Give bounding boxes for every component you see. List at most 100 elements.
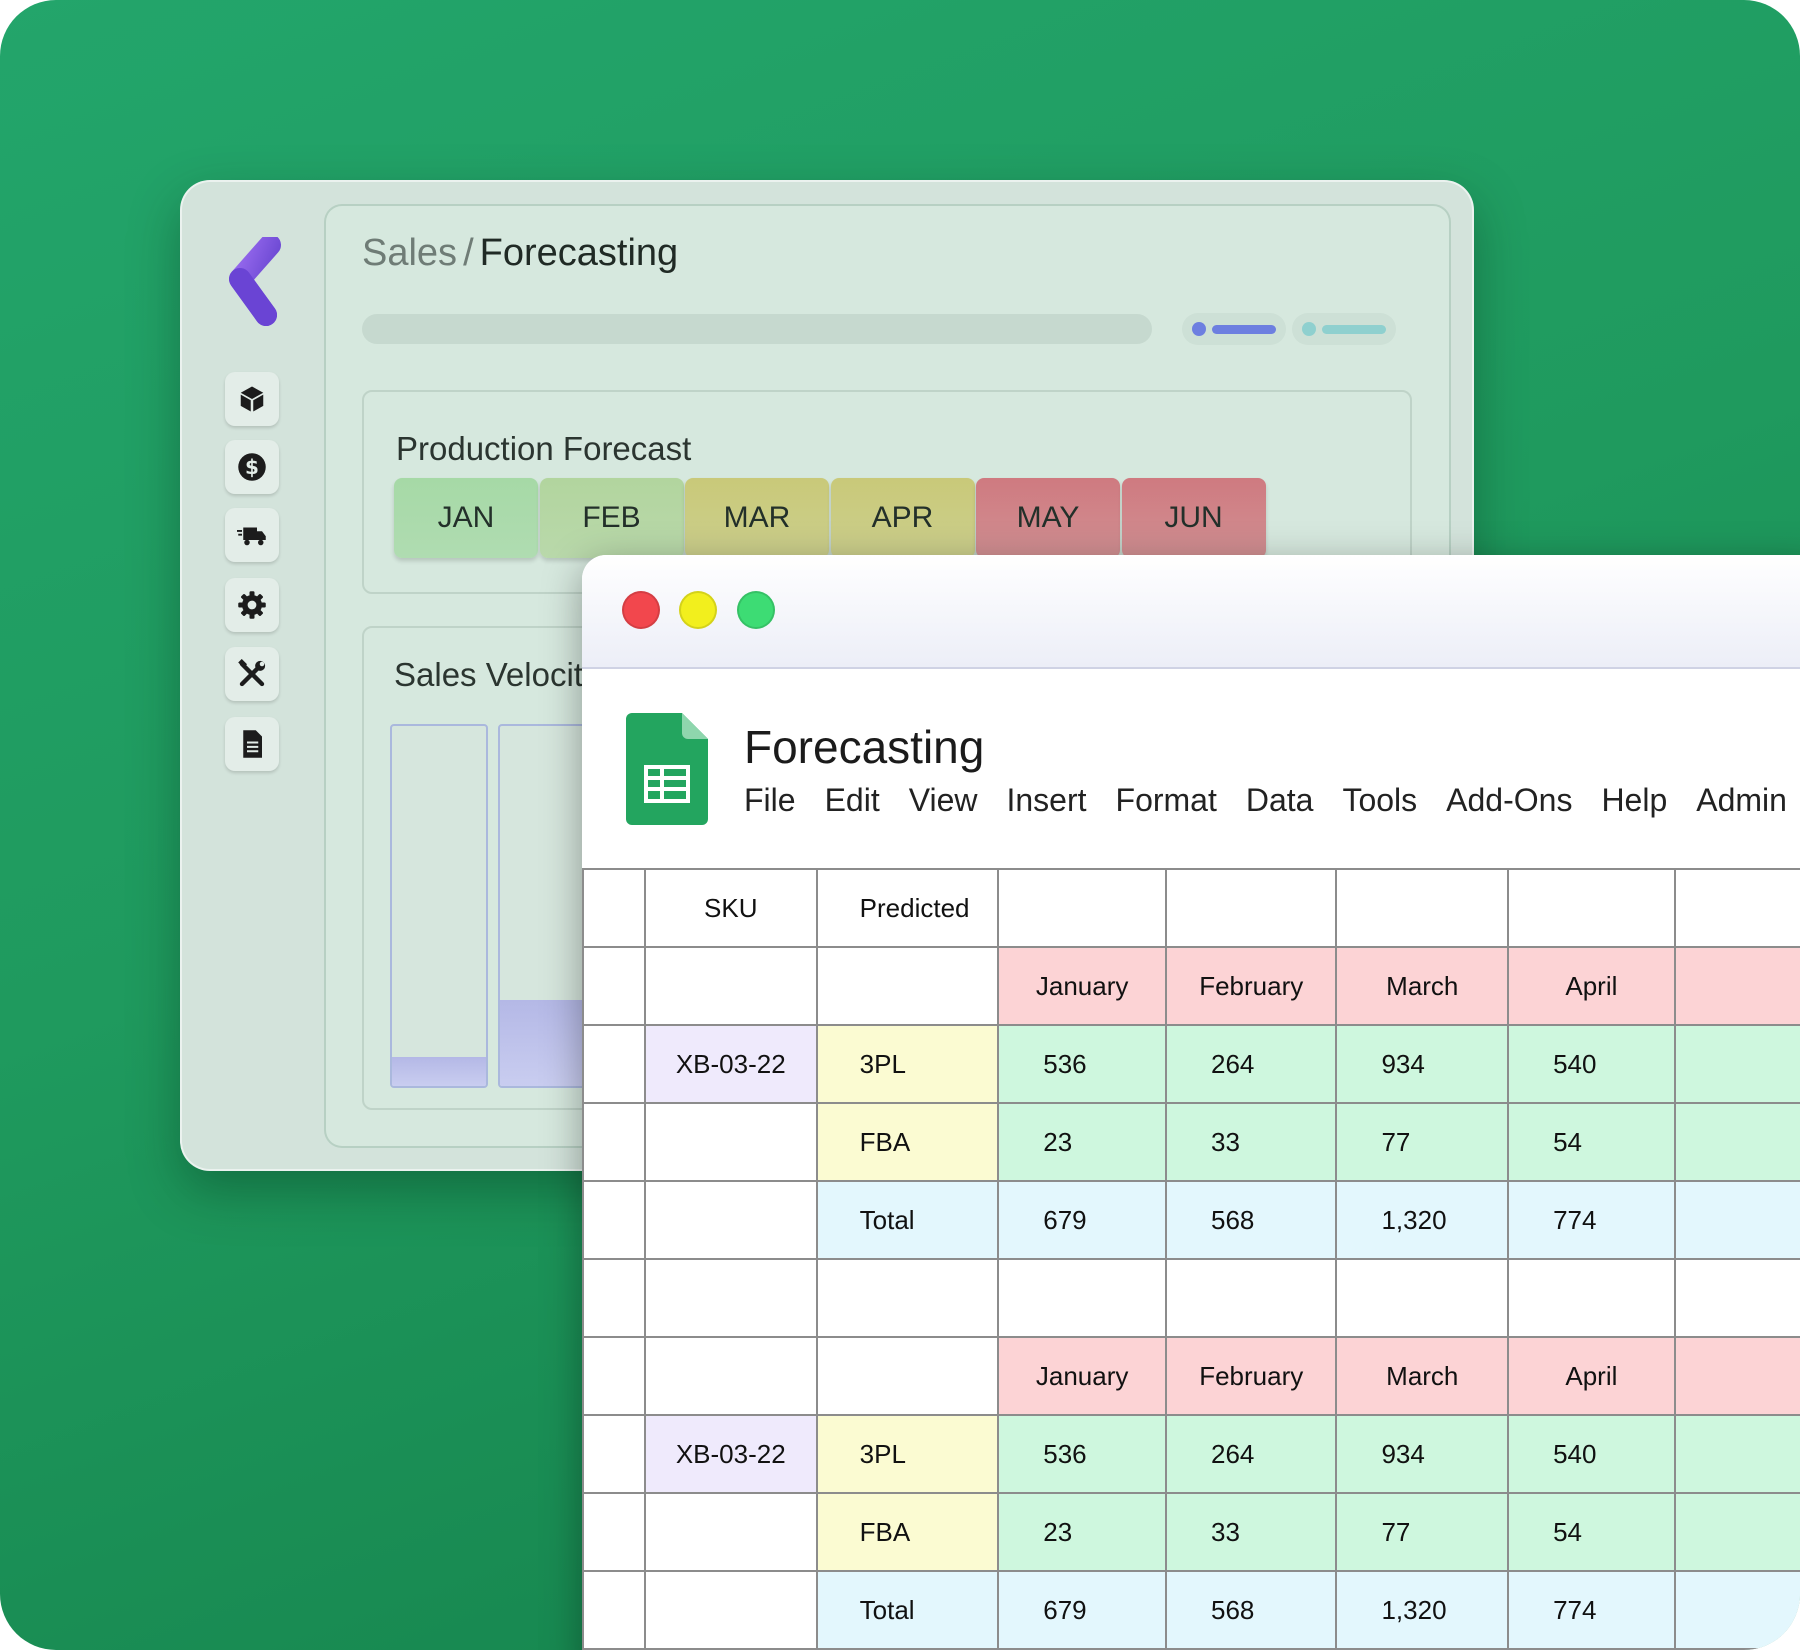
value-cell[interactable]: 33	[1165, 1102, 1338, 1182]
month-tile-jan[interactable]: JAN	[394, 478, 538, 558]
menu-item-tools[interactable]: Tools	[1342, 782, 1417, 819]
cell[interactable]	[582, 946, 646, 1026]
cell[interactable]	[1673, 868, 1800, 948]
menu-item-add-ons[interactable]: Add-Ons	[1446, 782, 1572, 819]
cell[interactable]	[997, 868, 1168, 948]
cell[interactable]	[1335, 868, 1510, 948]
minimize-button[interactable]	[679, 591, 717, 629]
sidebar-item-tools[interactable]	[225, 647, 279, 701]
cell[interactable]	[582, 868, 646, 948]
sidebar-item-finance[interactable]: $	[225, 440, 279, 494]
value-cell[interactable]: 934	[1335, 1024, 1510, 1104]
toggle-pill-teal[interactable]	[1292, 313, 1396, 345]
close-button[interactable]	[622, 591, 660, 629]
value-cell[interactable]: 774	[1507, 1570, 1676, 1650]
sku-cell[interactable]: XB-03-22	[643, 1024, 818, 1104]
row-label-cell[interactable]: 3PL	[815, 1414, 1000, 1494]
cell[interactable]	[582, 1414, 646, 1494]
value-cell[interactable]: 774	[1507, 1180, 1676, 1260]
cell[interactable]	[582, 1180, 646, 1260]
cell[interactable]	[1507, 1258, 1676, 1338]
value-cell[interactable]: 540	[1507, 1024, 1676, 1104]
month-tile-mar[interactable]: MAR	[685, 478, 829, 558]
cell[interactable]	[1335, 1258, 1510, 1338]
cell[interactable]	[582, 1570, 646, 1650]
cell[interactable]	[643, 1570, 818, 1650]
cell[interactable]	[643, 946, 818, 1026]
value-cell[interactable]: 23	[997, 1102, 1168, 1182]
row-label-cell[interactable]: Total	[815, 1570, 1000, 1650]
value-cell[interactable]: 33	[1165, 1492, 1338, 1572]
cell[interactable]	[643, 1258, 818, 1338]
month-header-cell[interactable]: March	[1335, 946, 1510, 1026]
cell[interactable]	[643, 1492, 818, 1572]
toggle-pill-blue[interactable]	[1182, 313, 1286, 345]
row-label-cell[interactable]: 3PL	[815, 1024, 1000, 1104]
value-cell[interactable]: 23	[997, 1492, 1168, 1572]
cell[interactable]	[582, 1102, 646, 1182]
cell[interactable]	[1507, 868, 1676, 948]
cell[interactable]	[582, 1258, 646, 1338]
breadcrumb-parent[interactable]: Sales	[362, 232, 457, 274]
cell[interactable]	[815, 946, 1000, 1026]
month-header-cell[interactable]: January	[997, 1336, 1168, 1416]
cell[interactable]	[1673, 1102, 1800, 1182]
menu-item-view[interactable]: View	[909, 782, 978, 819]
row-label-cell[interactable]: FBA	[815, 1492, 1000, 1572]
cell[interactable]	[1673, 1024, 1800, 1104]
cell[interactable]	[582, 1024, 646, 1104]
cell[interactable]	[1673, 1336, 1800, 1416]
month-header-cell[interactable]: January	[997, 946, 1168, 1026]
cell[interactable]	[1673, 1492, 1800, 1572]
cell[interactable]	[1165, 1258, 1338, 1338]
row-label-cell[interactable]: FBA	[815, 1102, 1000, 1182]
month-tile-feb[interactable]: FEB	[539, 478, 684, 558]
cell[interactable]	[1165, 868, 1338, 948]
sidebar-item-settings[interactable]	[225, 578, 279, 632]
month-header-cell[interactable]: April	[1507, 1336, 1676, 1416]
month-header-cell[interactable]: March	[1335, 1336, 1510, 1416]
value-cell[interactable]: 536	[997, 1024, 1168, 1104]
menu-item-file[interactable]: File	[744, 782, 796, 819]
value-cell[interactable]: 77	[1335, 1102, 1510, 1182]
menu-item-insert[interactable]: Insert	[1006, 782, 1086, 819]
sidebar-item-shipping[interactable]	[225, 508, 279, 562]
cell[interactable]	[1673, 946, 1800, 1026]
value-cell[interactable]: 54	[1507, 1102, 1676, 1182]
cell[interactable]	[815, 1258, 1000, 1338]
cell[interactable]	[1673, 1258, 1800, 1338]
menu-item-admin[interactable]: Admin	[1696, 782, 1787, 819]
value-cell[interactable]: 679	[997, 1570, 1168, 1650]
document-title[interactable]: Forecasting	[744, 720, 984, 774]
value-cell[interactable]: 934	[1335, 1414, 1510, 1494]
value-cell[interactable]: 264	[1165, 1414, 1338, 1494]
month-header-cell[interactable]: February	[1165, 946, 1338, 1026]
month-header-cell[interactable]: April	[1507, 946, 1676, 1026]
sidebar-item-reports[interactable]	[225, 717, 279, 771]
value-cell[interactable]: 536	[997, 1414, 1168, 1494]
month-tile-may[interactable]: MAY	[976, 478, 1120, 558]
header-cell-sku[interactable]: SKU	[643, 868, 818, 948]
month-tile-apr[interactable]: APR	[830, 478, 975, 558]
menu-item-format[interactable]: Format	[1116, 782, 1217, 819]
row-label-cell[interactable]: Total	[815, 1180, 1000, 1260]
maximize-button[interactable]	[737, 591, 775, 629]
value-cell[interactable]: 568	[1165, 1570, 1338, 1650]
sidebar-item-inventory[interactable]	[225, 372, 279, 426]
value-cell[interactable]: 77	[1335, 1492, 1510, 1572]
cell[interactable]	[582, 1492, 646, 1572]
value-cell[interactable]: 54	[1507, 1492, 1676, 1572]
cell[interactable]	[643, 1336, 818, 1416]
cell[interactable]	[582, 1336, 646, 1416]
value-cell[interactable]: 540	[1507, 1414, 1676, 1494]
cell[interactable]	[643, 1102, 818, 1182]
cell[interactable]	[643, 1180, 818, 1260]
value-cell[interactable]: 1,320	[1335, 1180, 1510, 1260]
value-cell[interactable]: 264	[1165, 1024, 1338, 1104]
cell[interactable]	[815, 1336, 1000, 1416]
sku-cell[interactable]: XB-03-22	[643, 1414, 818, 1494]
value-cell[interactable]: 679	[997, 1180, 1168, 1260]
cell[interactable]	[1673, 1570, 1800, 1650]
menu-item-data[interactable]: Data	[1246, 782, 1314, 819]
menu-item-help[interactable]: Help	[1601, 782, 1667, 819]
